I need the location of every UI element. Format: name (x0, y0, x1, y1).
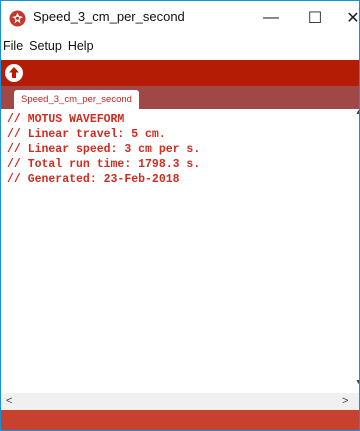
close-icon: ✕ (346, 10, 360, 27)
title-bar[interactable]: Speed_3_cm_per_second — ☐ ✕ (1, 1, 359, 35)
code-line: // MOTUS WAVEFORM (7, 113, 125, 126)
menu-bar: File Setup Help (1, 39, 359, 57)
scroll-up-button[interactable]: ▲ (355, 109, 359, 121)
menu-setup[interactable]: Setup (28, 39, 63, 57)
minimize-button[interactable]: — (249, 1, 293, 35)
code-editor[interactable]: // MOTUS WAVEFORM // Linear travel: 5 cm… (1, 109, 355, 393)
toolbar (1, 60, 359, 86)
window-title: Speed_3_cm_per_second (33, 9, 185, 24)
app-window: Speed_3_cm_per_second — ☐ ✕ File Setup H… (0, 0, 360, 431)
scroll-right-button[interactable]: > (342, 393, 348, 410)
code-line: // Total run time: 1798.3 s. (7, 158, 201, 171)
code-line: // Linear travel: 5 cm. (7, 128, 166, 141)
close-button[interactable]: ✕ (331, 1, 360, 35)
tab-speed-3-cm-per-second[interactable]: Speed_3_cm_per_second (14, 90, 139, 109)
app-logo-icon (9, 10, 26, 27)
status-bar (1, 410, 359, 430)
upload-arrow-icon[interactable] (4, 63, 24, 83)
scroll-left-button[interactable]: < (6, 393, 12, 410)
code-line: // Generated: 23-Feb-2018 (7, 173, 180, 186)
minimize-icon: — (263, 9, 279, 26)
maximize-icon: ☐ (307, 10, 323, 27)
code-line: // Linear speed: 3 cm per s. (7, 143, 201, 156)
menu-help[interactable]: Help (67, 39, 95, 57)
tab-strip: Speed_3_cm_per_second (1, 86, 359, 109)
horizontal-scrollbar[interactable]: < > (1, 393, 359, 410)
menu-file[interactable]: File (2, 39, 24, 57)
scroll-down-button[interactable]: ▼ (355, 379, 359, 391)
